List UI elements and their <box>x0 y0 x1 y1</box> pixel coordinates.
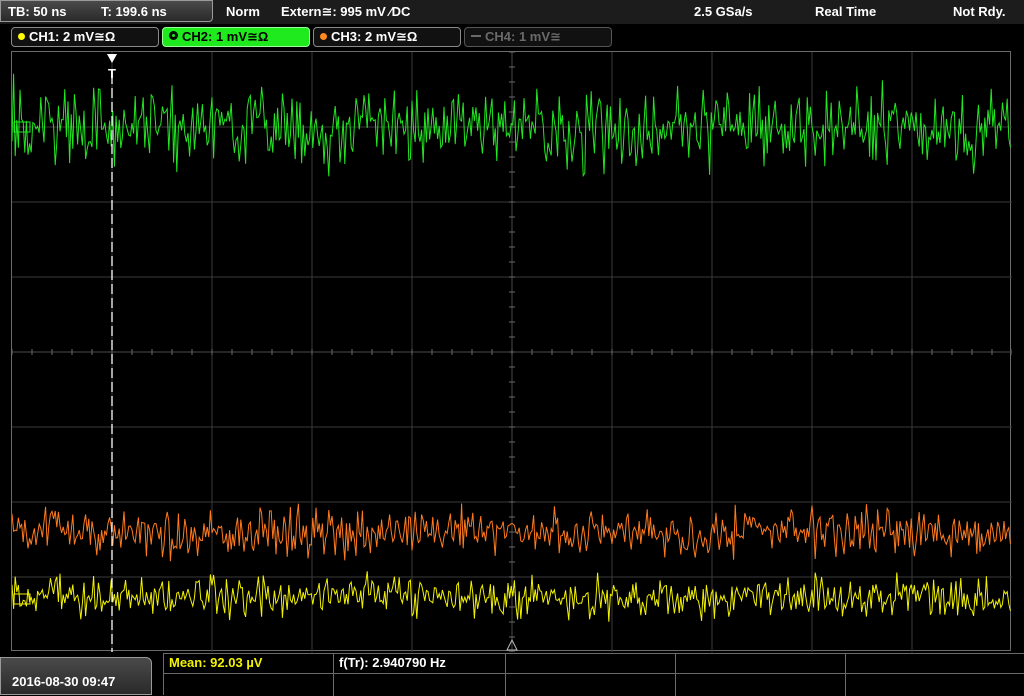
channel-1-button[interactable]: CH1: 2 mV≅Ω <box>11 27 159 47</box>
channel-1-trace <box>12 571 1011 622</box>
trigger-source[interactable]: Extern≅: 995 mV ⁄DC <box>281 4 410 20</box>
measurement-slot-9[interactable] <box>676 674 846 696</box>
waveform-display[interactable]: T <box>11 51 1012 652</box>
acquisition-mode: Real Time <box>815 4 877 19</box>
channel-1-indicator-icon <box>18 33 25 40</box>
measurement-slot-6[interactable] <box>164 674 334 696</box>
trigger-arrow-icon <box>107 54 117 63</box>
measurement-slot-8[interactable] <box>506 674 676 696</box>
channel-3-label: CH3: 2 mV≅Ω <box>331 29 418 44</box>
measurement-slot-3[interactable] <box>506 654 676 674</box>
timebase-label: TB: 50 ns <box>8 4 67 19</box>
graticule <box>12 52 1012 652</box>
channel-2-trace <box>12 73 1011 178</box>
measurement-slot-5[interactable] <box>846 654 1024 674</box>
channel-1-label: CH1: 2 mV≅Ω <box>29 29 116 44</box>
measurement-panel: Mean: 92.03 µV f(Tr): 2.940790 Hz <box>163 653 1024 696</box>
channel-3-indicator-icon <box>320 33 327 40</box>
status-bar: TB: 50 ns T: 199.6 ns Norm Extern≅: 995 … <box>0 0 1024 24</box>
measurement-mean[interactable]: Mean: 92.03 µV <box>164 654 334 674</box>
channel-3-button[interactable]: CH3: 2 mV≅Ω <box>313 27 461 47</box>
datetime-box: 2016-08-30 09:47 <box>0 657 152 695</box>
timebase-box[interactable]: TB: 50 ns T: 199.6 ns <box>0 0 213 22</box>
channel-2-button[interactable]: CH2: 1 mV≅Ω <box>162 27 310 47</box>
acquisition-status: Not Rdy. <box>953 4 1006 19</box>
measurement-slot-4[interactable] <box>676 654 846 674</box>
sample-rate: 2.5 GSa/s <box>694 4 753 19</box>
waveform-svg: T <box>12 52 1012 652</box>
trigger-time-label: T: 199.6 ns <box>101 4 167 19</box>
measurement-slot-7[interactable] <box>334 674 506 696</box>
channel-bar: CH1: 2 mV≅Ω CH2: 1 mV≅Ω CH3: 2 mV≅Ω CH4:… <box>0 24 1024 50</box>
channel-4-label: CH4: 1 mV≅ <box>485 29 561 44</box>
channel-4-off-icon <box>471 35 481 37</box>
trigger-mode[interactable]: Norm <box>226 4 260 19</box>
measurement-frequency[interactable]: f(Tr): 2.940790 Hz <box>334 654 506 674</box>
channel-2-indicator-icon <box>169 31 178 40</box>
channel-4-button[interactable]: CH4: 1 mV≅ <box>464 27 612 47</box>
trigger-marker-label: T <box>108 66 116 81</box>
datetime-label: 2016-08-30 09:47 <box>12 674 116 689</box>
channel-2-label: CH2: 1 mV≅Ω <box>182 29 269 44</box>
